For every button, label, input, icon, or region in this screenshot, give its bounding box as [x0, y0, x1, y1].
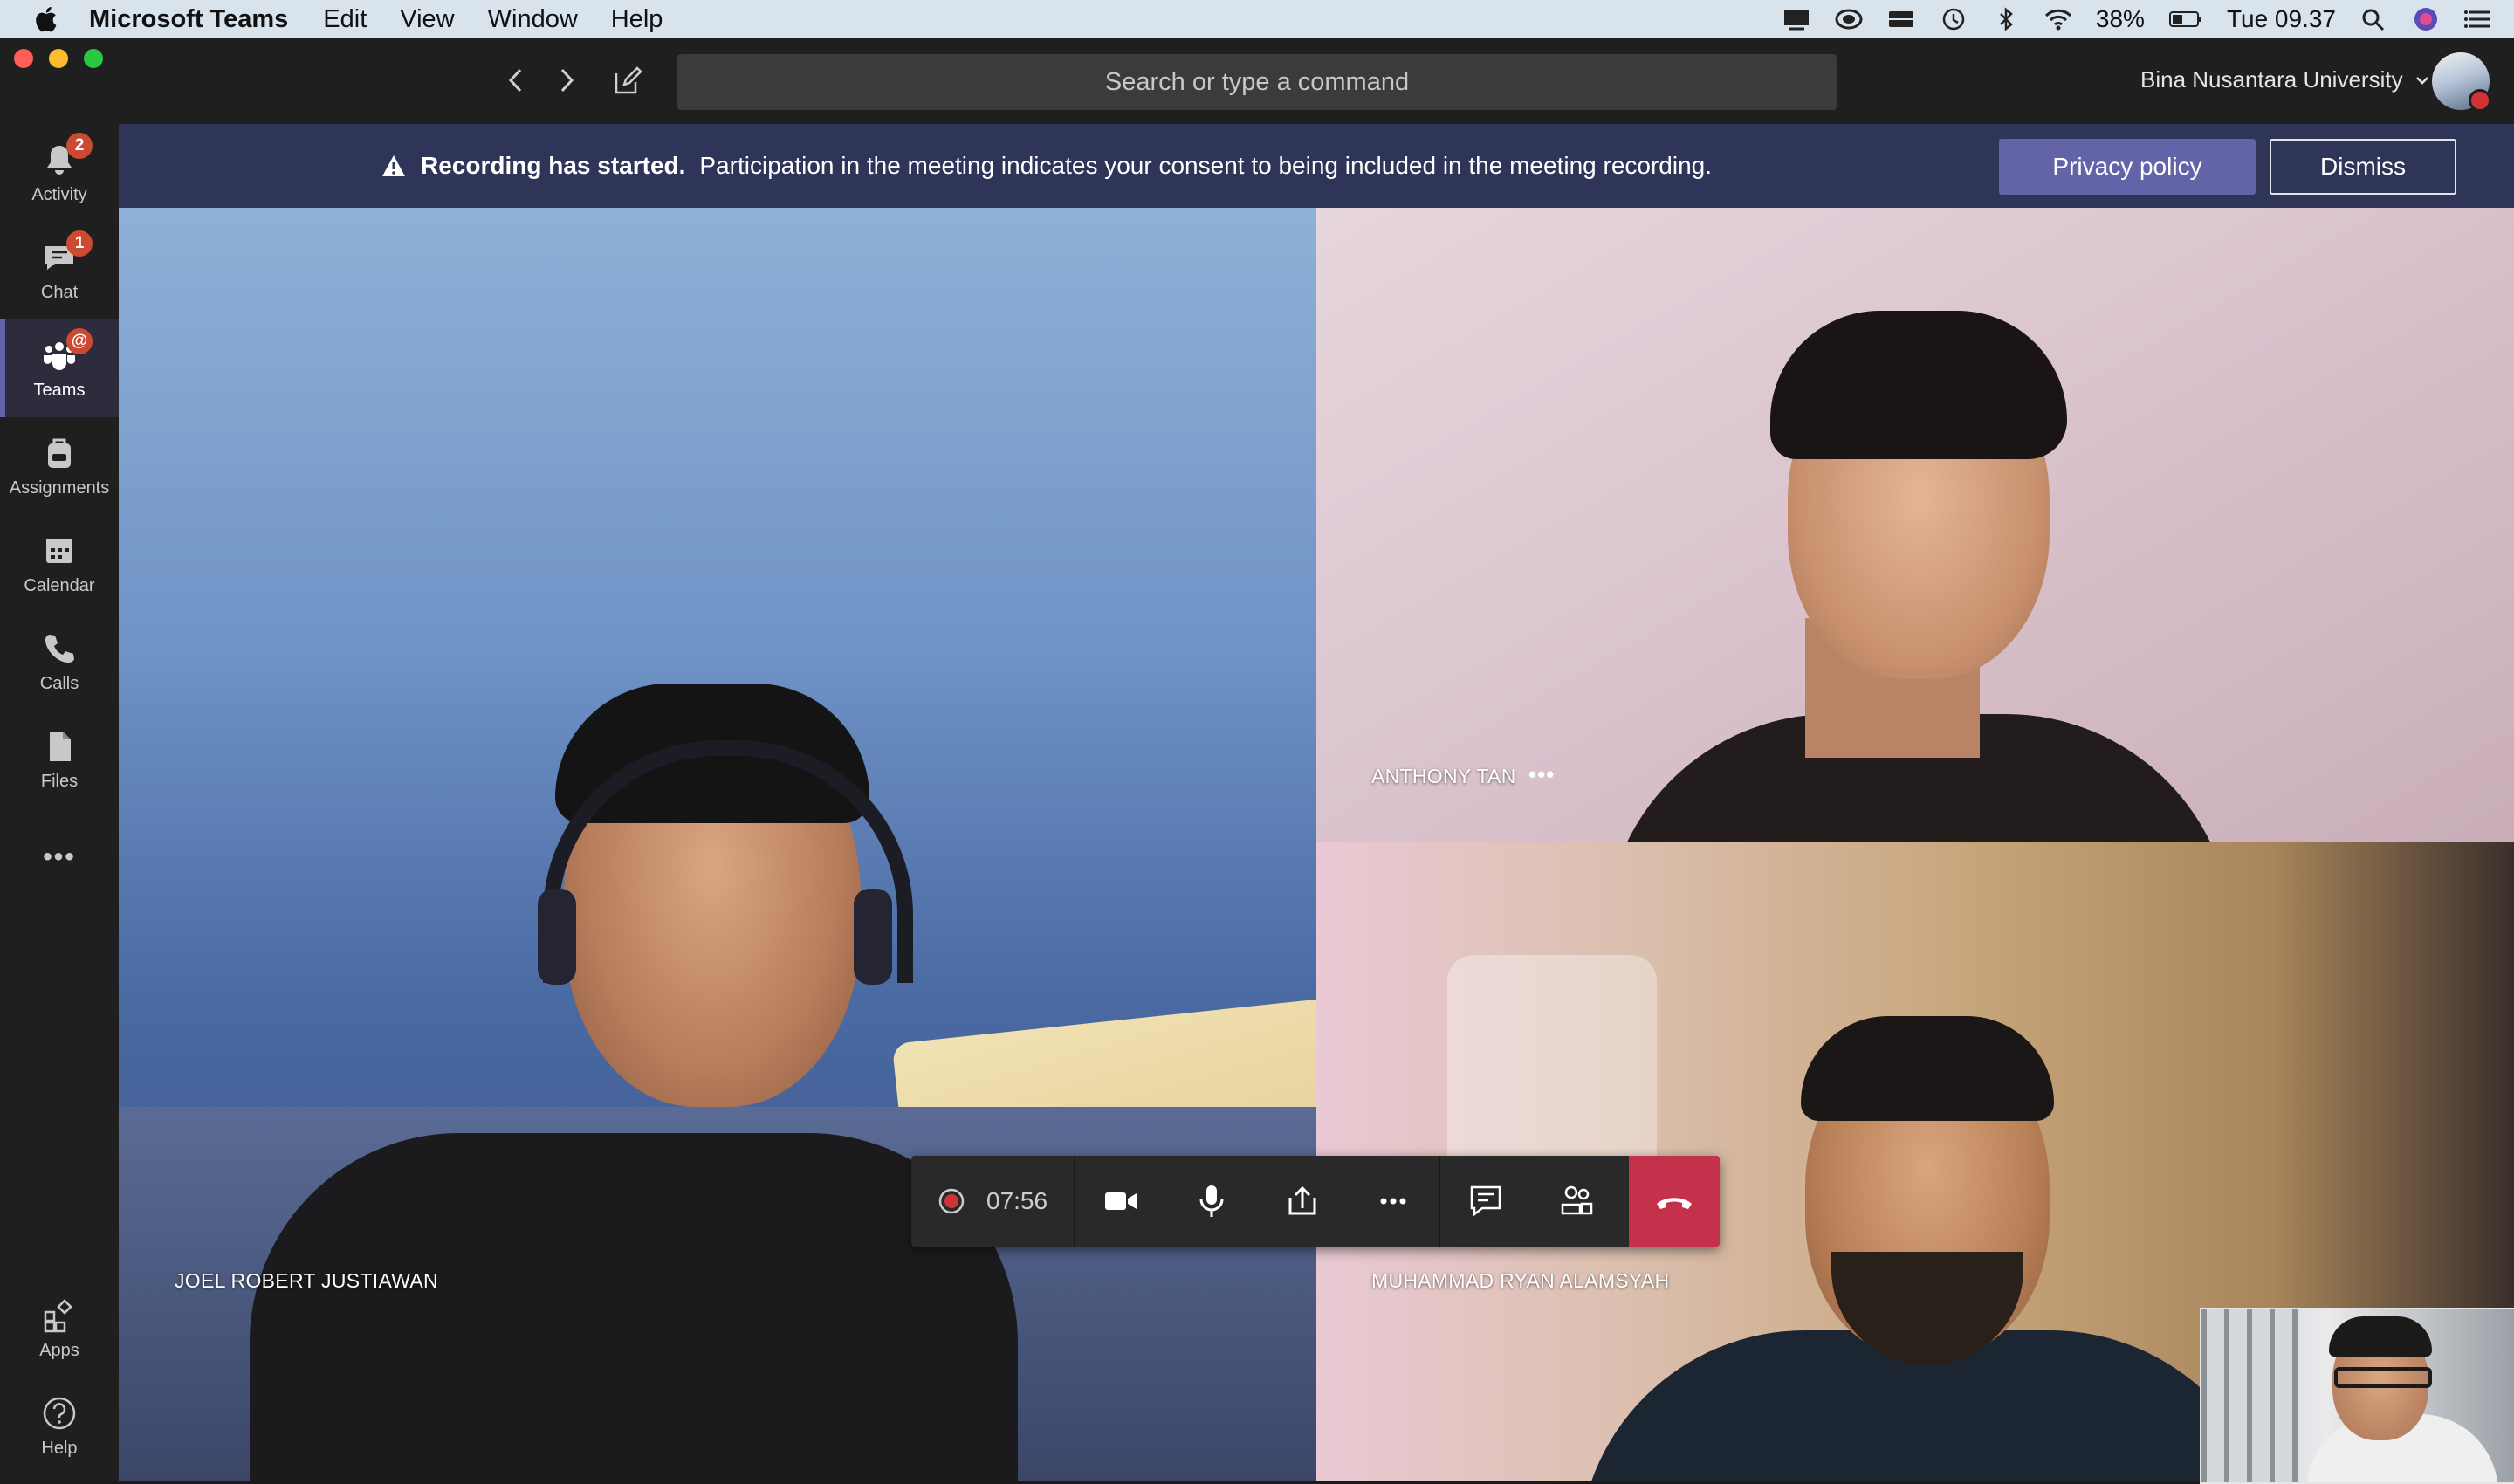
rail-item-teams[interactable]: Teams @: [0, 319, 119, 417]
window-close-button[interactable]: [14, 49, 33, 68]
rail-label-calls: Calls: [39, 673, 79, 693]
call-controls-bar: 07:56: [911, 1156, 1720, 1247]
self-view-video[interactable]: [2200, 1308, 2514, 1484]
battery-icon[interactable]: [2167, 6, 2204, 32]
rail-item-apps[interactable]: Apps: [0, 1280, 119, 1378]
rail-item-calendar[interactable]: Calendar: [0, 515, 119, 613]
rail-label-apps: Apps: [39, 1340, 79, 1360]
call-timer: 07:56: [986, 1187, 1048, 1214]
share-screen-button[interactable]: [1257, 1156, 1348, 1247]
rail-item-help[interactable]: Help: [0, 1378, 119, 1475]
recording-text: Participation in the meeting indicates y…: [699, 152, 1712, 179]
participants-icon: [1561, 1185, 1593, 1215]
calendar-icon: [46, 538, 72, 563]
status-app-icon[interactable]: [1782, 6, 1811, 32]
backpack-icon: [48, 438, 71, 468]
macos-menubar: Microsoft Teams Edit View Window Help 38…: [0, 0, 2514, 38]
notification-center-icon[interactable]: [2463, 6, 2493, 32]
creative-cloud-icon[interactable]: [1834, 6, 1864, 32]
chevron-down-icon: [2415, 76, 2428, 85]
back-arrow-icon[interactable]: [506, 66, 525, 94]
menu-help[interactable]: Help: [611, 5, 663, 34]
rail-item-chat[interactable]: Chat 1: [0, 222, 119, 319]
chat-badge: 1: [66, 230, 93, 257]
microphone-icon: [1199, 1185, 1224, 1217]
recording-title: Recording has started.: [421, 152, 686, 179]
rail-label-teams: Teams: [33, 380, 86, 400]
participant-video-anthony: [1316, 208, 2514, 842]
help-icon: [43, 1397, 76, 1429]
spotlight-search-icon[interactable]: [2359, 6, 2388, 32]
participant-name-joel: JOEL ROBERT JUSTIAWAN: [175, 1269, 438, 1292]
siri-icon[interactable]: [2411, 6, 2441, 32]
time-machine-icon[interactable]: [1939, 6, 1968, 32]
forward-arrow-icon[interactable]: [557, 66, 576, 94]
hang-up-button[interactable]: [1629, 1156, 1720, 1247]
show-participants-button[interactable]: [1531, 1156, 1622, 1247]
user-avatar[interactable]: [2432, 52, 2491, 112]
more-dots-icon: [1380, 1198, 1406, 1205]
self-view-content: [2201, 1309, 2514, 1482]
rail-item-assignments[interactable]: Assignments: [0, 417, 119, 515]
rail-label-files: Files: [40, 771, 79, 791]
app-rail: Activity 2 Chat 1 Teams @ Assignments Ca…: [0, 124, 119, 1481]
org-name: Bina Nusantara University: [2140, 66, 2403, 93]
participant-name-muhammad: MUHAMMAD RYAN ALAMSYAH: [1371, 1269, 1670, 1292]
battery-percent: 38%: [2095, 5, 2145, 32]
recording-message: Recording has started. Participation in …: [381, 124, 1712, 208]
apple-icon[interactable]: [33, 5, 58, 33]
more-dots-icon: •••: [43, 842, 76, 871]
file-icon: [50, 731, 71, 761]
camera-toggle-button[interactable]: [1075, 1156, 1166, 1247]
participant-more-options-anthony[interactable]: •••: [1528, 761, 1555, 788]
rail-item-calls[interactable]: Calls: [0, 613, 119, 711]
rail-label-help: Help: [41, 1438, 78, 1458]
rail-label-chat: Chat: [40, 282, 79, 302]
participant-name-anthony: ANTHONY TAN: [1371, 765, 1516, 787]
video-tile-anthony[interactable]: ANTHONY TAN •••: [1316, 208, 2514, 842]
warning-icon: [382, 155, 405, 176]
rail-label-activity: Activity: [31, 184, 87, 204]
menubar-clock[interactable]: Tue 09.37: [2227, 5, 2336, 33]
wifi-icon[interactable]: [2043, 6, 2073, 32]
search-placeholder: Search or type a command: [1104, 67, 1410, 96]
rail-item-files[interactable]: Files: [0, 711, 119, 808]
window-zoom-button[interactable]: [84, 49, 103, 68]
share-tray-icon: [1288, 1185, 1316, 1215]
more-actions-button[interactable]: [1348, 1156, 1439, 1247]
org-switcher[interactable]: Bina Nusantara University: [2140, 66, 2429, 93]
menu-view[interactable]: View: [400, 5, 454, 34]
presence-busy-indicator: [2469, 89, 2491, 112]
compose-icon[interactable]: [613, 66, 642, 96]
conversation-icon: [1470, 1185, 1501, 1217]
rail-item-activity[interactable]: Activity 2: [0, 124, 119, 222]
activity-badge: 2: [66, 133, 93, 159]
recording-indicator: 07:56: [911, 1156, 1074, 1247]
teams-mention-badge: @: [66, 328, 93, 354]
phone-icon: [45, 634, 74, 663]
hang-up-icon: [1657, 1198, 1692, 1209]
menu-edit[interactable]: Edit: [323, 5, 367, 34]
apps-icon: [44, 1298, 72, 1332]
dismiss-button[interactable]: Dismiss: [2270, 139, 2456, 195]
drive-icon[interactable]: [1886, 6, 1916, 32]
menu-app-name[interactable]: Microsoft Teams: [89, 5, 288, 34]
window-minimize-button[interactable]: [49, 49, 68, 68]
menu-window[interactable]: Window: [488, 5, 578, 34]
video-camera-icon: [1105, 1192, 1137, 1210]
bluetooth-icon[interactable]: [1991, 6, 2021, 32]
mic-toggle-button[interactable]: [1166, 1156, 1257, 1247]
search-input[interactable]: Search or type a command: [677, 54, 1837, 110]
rail-more-apps[interactable]: •••: [0, 808, 119, 906]
privacy-policy-button[interactable]: Privacy policy: [1999, 139, 2256, 195]
rail-label-calendar: Calendar: [24, 575, 95, 595]
show-conversation-button[interactable]: [1440, 1156, 1531, 1247]
rail-label-assignments: Assignments: [9, 477, 110, 498]
record-dot-icon: [938, 1188, 965, 1214]
video-tile-joel[interactable]: JOEL ROBERT JUSTIAWAN: [119, 208, 1316, 1481]
